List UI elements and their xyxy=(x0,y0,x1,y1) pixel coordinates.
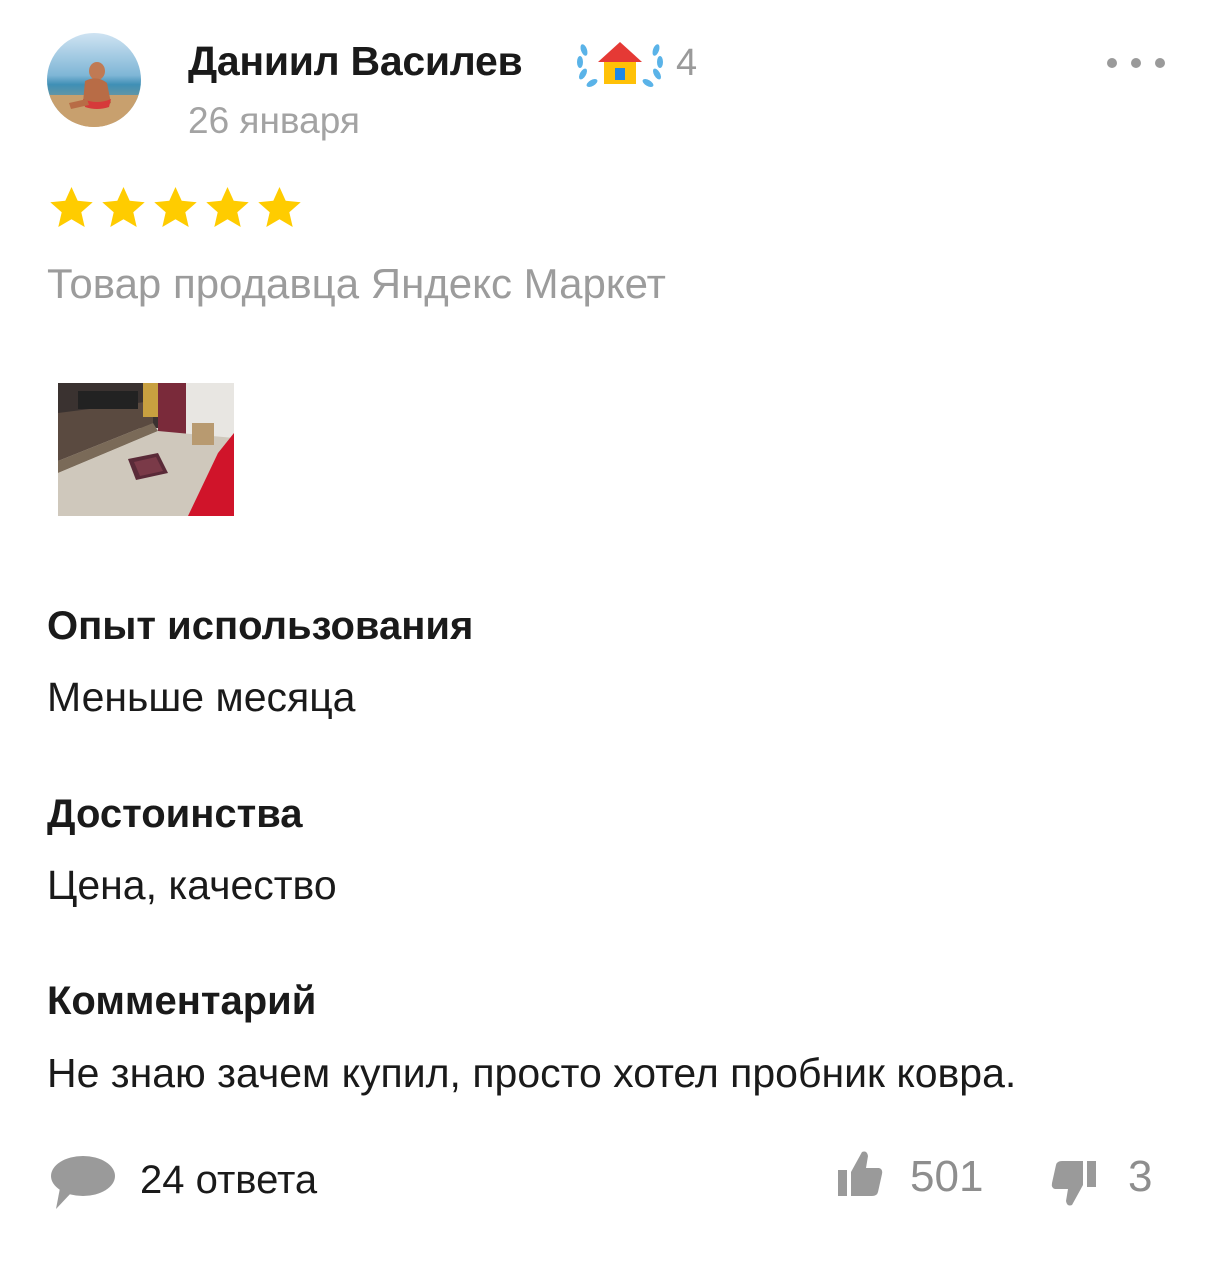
comments-icon[interactable] xyxy=(48,1152,118,1212)
star-icon xyxy=(206,187,249,227)
section-title-pros: Достоинства xyxy=(47,792,303,836)
section-text-comment: Не знаю зачем купил, просто хотел пробни… xyxy=(47,1050,1017,1096)
more-options-button[interactable] xyxy=(1100,46,1170,80)
author-avatar[interactable] xyxy=(47,33,141,127)
more-dots-icon xyxy=(1107,58,1165,68)
rating-stars xyxy=(47,184,304,234)
thumbs-up-icon[interactable] xyxy=(836,1148,884,1200)
seller-note: Товар продавца Яндекс Маркет xyxy=(47,260,666,307)
review-date: 26 января xyxy=(188,100,360,141)
thumbs-down-icon[interactable] xyxy=(1050,1157,1098,1209)
section-title-comment: Комментарий xyxy=(47,979,317,1023)
star-icon xyxy=(258,187,301,227)
review-photo-thumbnail[interactable] xyxy=(58,383,234,516)
section-text-experience: Меньше месяца xyxy=(47,674,356,720)
replies-link[interactable]: 24 ответа xyxy=(140,1158,317,1203)
section-title-experience: Опыт использования xyxy=(47,604,474,648)
house-laurel-icon xyxy=(574,36,666,88)
dislike-count[interactable]: 3 xyxy=(1128,1152,1152,1202)
star-icon xyxy=(154,187,197,227)
star-icon xyxy=(102,187,145,227)
author-name[interactable]: Даниил Василев xyxy=(188,38,523,85)
badge-count: 4 xyxy=(676,42,698,84)
section-text-pros: Цена, качество xyxy=(47,862,337,908)
like-count[interactable]: 501 xyxy=(910,1152,983,1202)
star-icon xyxy=(50,187,93,227)
